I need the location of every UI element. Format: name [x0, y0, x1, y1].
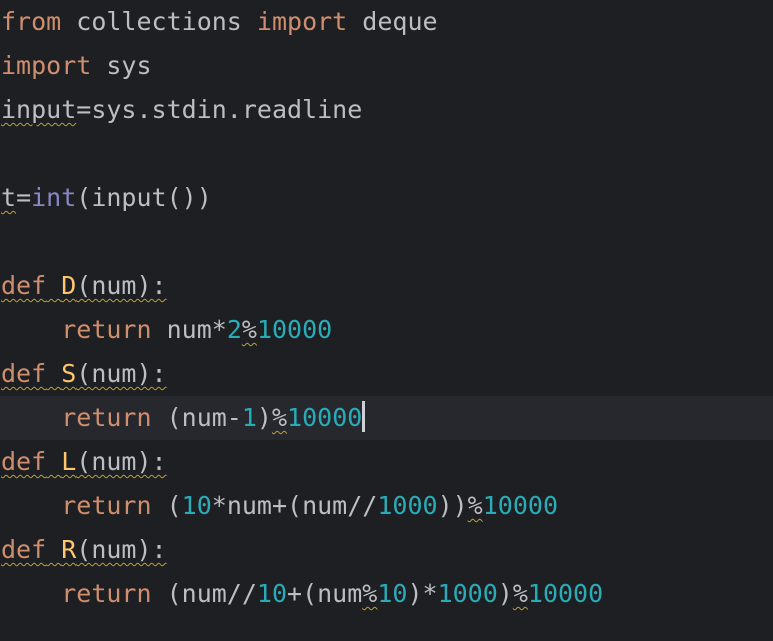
code-editor[interactable]: from collections import deque import sys i… [0, 0, 773, 641]
code-token: 10000 [256, 315, 333, 344]
code-line-3[interactable]: input=sys.stdin.readline [0, 88, 773, 132]
code-token: % [362, 579, 378, 608]
code-line-10[interactable]: return (num-1)%10000 [0, 396, 773, 440]
code-token: (num): [76, 535, 167, 564]
code-line-7[interactable]: def D(num): [0, 264, 773, 308]
code-line-2[interactable]: import sys [0, 44, 773, 88]
code-token: *num+(num// [211, 491, 378, 520]
code-token: )) [437, 491, 468, 520]
code-line-11[interactable]: def L(num): [0, 440, 773, 484]
code-line-14[interactable]: return (num//10+(num%10)*1000)%10000 [0, 572, 773, 616]
code-token: (num// [166, 579, 257, 608]
code-line-12[interactable]: return (10*num+(num//1000))%10000 [0, 484, 773, 528]
code-token: ( [166, 491, 182, 520]
code-token: 10000 [287, 403, 363, 432]
code-token: from [1, 7, 62, 36]
code-line-13[interactable]: def R(num): [0, 528, 773, 572]
code-token: (input()) [76, 183, 212, 212]
code-token: 1000 [377, 491, 438, 520]
code-line-6[interactable] [0, 220, 773, 264]
code-token: return [61, 403, 152, 432]
code-token: return [61, 315, 152, 344]
code-token: (num- [166, 403, 242, 432]
code-token: 10 [256, 579, 288, 608]
code-token: 1 [241, 403, 257, 432]
code-line-9[interactable]: def S(num): [0, 352, 773, 396]
code-line-1[interactable]: from collections import deque [0, 0, 773, 44]
code-line-4[interactable] [0, 132, 773, 176]
code-token: 1000 [437, 579, 498, 608]
code-token: return [61, 491, 152, 520]
code-line-5[interactable]: t=int(input()) [0, 176, 773, 220]
code-token: % [241, 315, 257, 344]
code-token: sys.stdin.readline [91, 95, 363, 124]
code-token: ) [497, 579, 513, 608]
code-token: def [1, 447, 47, 476]
code-token: sys [106, 51, 152, 80]
code-token: R [61, 535, 77, 564]
code-token: = [16, 183, 32, 212]
code-token: import [1, 51, 92, 80]
code-token: 10000 [527, 579, 604, 608]
code-token: (num): [76, 271, 167, 300]
code-token: def [1, 359, 47, 388]
text-caret [362, 401, 366, 432]
code-token: L [61, 447, 77, 476]
code-token: collections [76, 7, 242, 36]
code-token: return [61, 579, 152, 608]
code-token: 2 [226, 315, 242, 344]
code-token: 10000 [482, 491, 558, 520]
code-token: (num): [76, 359, 167, 388]
code-token: import [256, 7, 348, 36]
code-token: S [61, 359, 77, 388]
code-token: % [271, 403, 288, 432]
code-token: = [76, 95, 92, 124]
code-token: 10 [181, 491, 212, 520]
code-token: +(num [287, 579, 363, 608]
code-token: int [31, 183, 77, 212]
code-token: (num): [76, 447, 167, 476]
code-token: def [1, 535, 47, 564]
code-line-8[interactable]: return num*2%10000 [0, 308, 773, 352]
code-token: % [512, 579, 528, 608]
code-token: deque [362, 7, 438, 36]
code-token: 10 [377, 579, 408, 608]
code-token: input [1, 95, 77, 124]
code-token: ) [256, 403, 272, 432]
code-token: num* [166, 315, 227, 344]
code-token: def [1, 271, 47, 300]
code-token: % [467, 491, 483, 520]
code-token: D [61, 271, 77, 300]
code-token: )* [407, 579, 438, 608]
code-token: t [1, 183, 17, 212]
